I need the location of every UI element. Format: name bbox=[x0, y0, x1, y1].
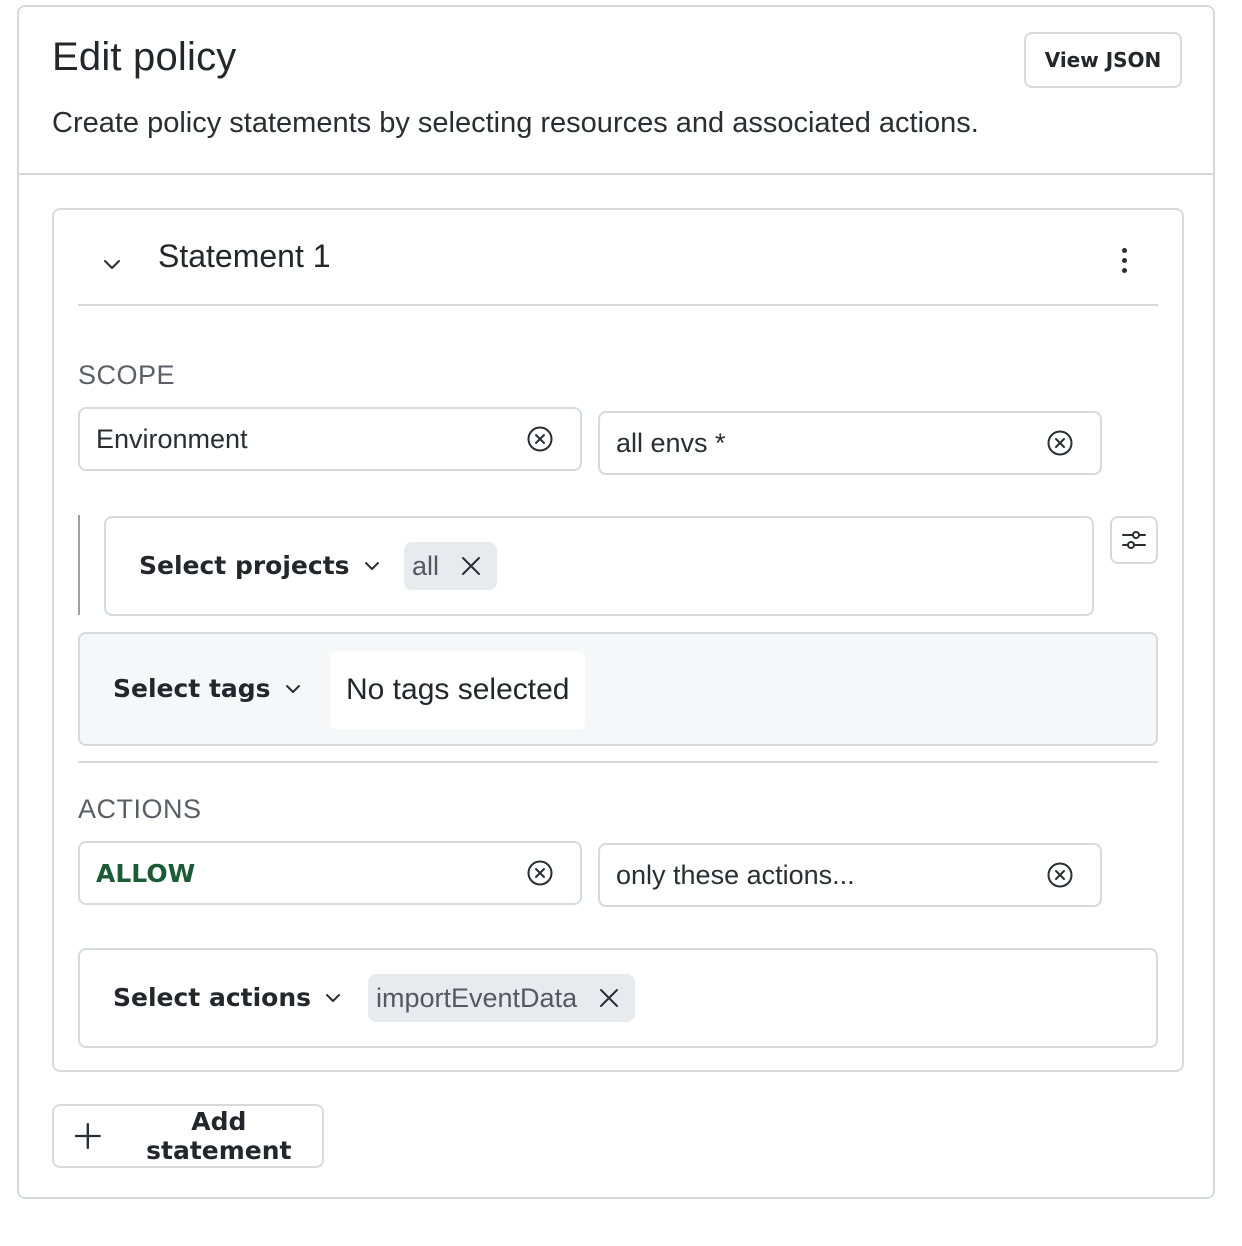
kebab-menu-icon bbox=[1121, 247, 1127, 253]
collapse-toggle[interactable] bbox=[94, 246, 130, 282]
add-statement-label: Add statement bbox=[146, 1107, 292, 1165]
nesting-indicator bbox=[78, 515, 80, 615]
statement-menu-button[interactable] bbox=[1106, 242, 1142, 278]
select-projects-label: Select projects bbox=[139, 551, 350, 580]
chip-label: importEventData bbox=[376, 982, 578, 1013]
chevron-down-icon bbox=[104, 260, 120, 269]
actions-mode-value: only these actions... bbox=[616, 859, 855, 890]
plus-icon bbox=[74, 1122, 101, 1150]
view-json-button[interactable]: View JSON bbox=[1024, 32, 1182, 88]
statement-card: Statement 1 SCOPE Environment all envs *… bbox=[52, 208, 1184, 1072]
statement-divider bbox=[78, 304, 1158, 306]
clear-circle-icon[interactable] bbox=[1046, 429, 1074, 457]
tags-filter: Select tags No tags selected bbox=[78, 632, 1158, 746]
resource-value-select[interactable]: all envs * bbox=[598, 411, 1102, 475]
chevron-down-icon bbox=[285, 684, 300, 693]
resource-type-value: Environment bbox=[96, 423, 248, 454]
section-divider bbox=[78, 761, 1158, 763]
actions-label: ACTIONS bbox=[78, 794, 202, 824]
close-icon[interactable] bbox=[597, 986, 621, 1010]
sliders-icon bbox=[1122, 531, 1146, 549]
effect-select[interactable]: ALLOW bbox=[78, 841, 582, 905]
statement-title: Statement 1 bbox=[158, 238, 331, 274]
effect-value: ALLOW bbox=[96, 858, 196, 888]
chip-label: all bbox=[412, 550, 440, 581]
page-subtitle: Create policy statements by selecting re… bbox=[52, 107, 979, 139]
kebab-dot bbox=[1121, 257, 1127, 263]
action-chip: importEventData bbox=[368, 974, 636, 1022]
kebab-dot bbox=[1121, 267, 1127, 273]
header-divider bbox=[19, 173, 1213, 175]
select-projects-dropdown[interactable]: Select projects bbox=[139, 551, 384, 580]
chevron-down-icon bbox=[364, 561, 379, 570]
clear-circle-icon[interactable] bbox=[526, 425, 554, 453]
add-statement-button[interactable]: Add statement bbox=[52, 1104, 324, 1168]
close-icon[interactable] bbox=[459, 554, 483, 578]
select-actions-label: Select actions bbox=[113, 983, 312, 1012]
clear-circle-icon[interactable] bbox=[1046, 861, 1074, 889]
clear-circle-icon[interactable] bbox=[526, 859, 554, 887]
edit-policy-panel: Edit policy View JSON Create policy stat… bbox=[17, 5, 1215, 1199]
actions-filter: Select actions importEventData bbox=[78, 948, 1158, 1048]
select-tags-dropdown[interactable]: Select tags bbox=[113, 674, 305, 703]
resource-value: all envs * bbox=[616, 427, 726, 458]
select-tags-label: Select tags bbox=[113, 674, 271, 703]
chevron-down-icon bbox=[326, 993, 341, 1002]
projects-filter: Select projects all bbox=[104, 516, 1094, 616]
actions-mode-select[interactable]: only these actions... bbox=[598, 843, 1102, 907]
scope-filter-button[interactable] bbox=[1110, 516, 1158, 564]
page-title: Edit policy bbox=[52, 35, 237, 79]
no-tags-message: No tags selected bbox=[330, 651, 586, 729]
resource-type-select[interactable]: Environment bbox=[78, 407, 582, 471]
select-actions-dropdown[interactable]: Select actions bbox=[113, 983, 345, 1012]
project-chip: all bbox=[404, 542, 498, 590]
scope-label: SCOPE bbox=[78, 360, 176, 390]
